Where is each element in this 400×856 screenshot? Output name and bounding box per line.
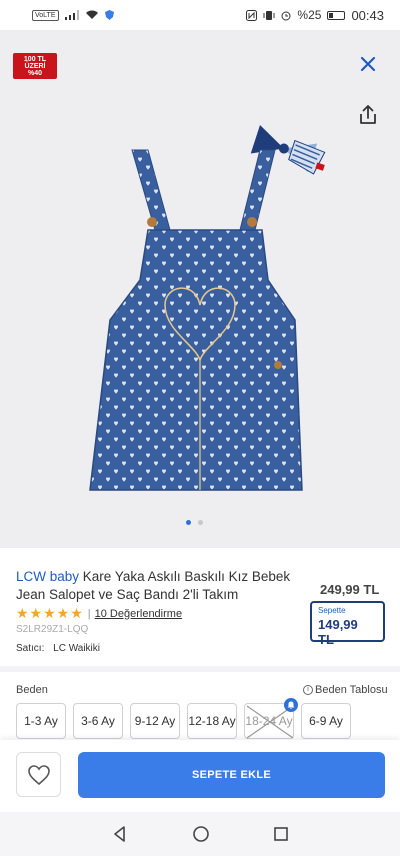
signal-icon <box>64 10 79 20</box>
cart-price-label: Sepette <box>318 606 346 615</box>
cart-price: 149,99 TL <box>318 617 358 647</box>
rating-stars: ★★★★★ <box>16 605 84 621</box>
gallery-pagination[interactable] <box>186 520 203 525</box>
wifi-icon <box>85 10 98 19</box>
home-icon[interactable] <box>192 825 210 843</box>
info-icon: i <box>303 685 313 695</box>
size-option-label: 3-6 Ay <box>81 714 115 728</box>
brand-link[interactable]: LCW baby <box>16 569 79 584</box>
promo-line-3: %40 <box>27 70 42 77</box>
size-options: 1-3 Ay 3-6 Ay 9-12 Ay 12-18 Ay 18-24 Ay … <box>16 698 351 739</box>
share-icon[interactable] <box>356 103 380 127</box>
size-guide-label: Beden Tablosu <box>315 684 388 696</box>
size-option-12-18[interactable]: 12-18 Ay <box>187 703 237 739</box>
notify-bell-icon[interactable] <box>284 698 298 712</box>
alarm-icon <box>281 11 291 20</box>
bottom-action-bar: SEPETE EKLE <box>0 740 400 812</box>
heart-icon <box>27 764 50 785</box>
size-option-label: 1-3 Ay <box>24 714 58 728</box>
seller-name[interactable]: LC Waikiki <box>53 643 100 654</box>
product-price: 249,99 TL <box>320 582 380 597</box>
promo-line-2: ÜZERİ <box>24 63 46 70</box>
gallery-dot-1[interactable] <box>186 520 191 525</box>
size-option-6-9[interactable]: 6-9 Ay <box>301 703 351 739</box>
product-info: LCW baby Kare Yaka Askılı Baskılı Kız Be… <box>0 548 400 654</box>
product-title: LCW baby Kare Yaka Askılı Baskılı Kız Be… <box>16 568 296 604</box>
size-option-3-6[interactable]: 3-6 Ay <box>73 703 123 739</box>
status-left: VoLTE <box>32 9 114 21</box>
shield-icon <box>104 10 114 20</box>
system-nav-bar <box>0 812 400 856</box>
product-sku: S2LR29Z1-LQQ <box>16 624 89 635</box>
gallery-dot-2[interactable] <box>198 520 203 525</box>
battery-percent: %25 <box>297 8 322 22</box>
add-to-cart-button[interactable]: SEPETE EKLE <box>78 752 385 798</box>
size-option-9-12[interactable]: 9-12 Ay <box>130 703 180 739</box>
size-label: Beden <box>16 684 48 696</box>
seller-row: Satıcı: LC Waikiki <box>16 643 100 654</box>
size-guide-link[interactable]: i Beden Tablosu <box>303 684 388 696</box>
seller-label: Satıcı: <box>16 643 45 654</box>
volte-indicator: VoLTE <box>32 9 59 21</box>
section-divider <box>0 666 400 672</box>
rating-row[interactable]: ★★★★★ | 10 Değerlendirme <box>16 605 182 622</box>
size-option-18-24[interactable]: 18-24 Ay <box>244 698 298 739</box>
size-option-1-3[interactable]: 1-3 Ay <box>16 703 66 739</box>
status-right: %25 00:43 <box>246 8 384 23</box>
back-icon[interactable] <box>111 825 129 843</box>
reviews-link[interactable]: 10 Değerlendirme <box>95 608 182 620</box>
favorite-button[interactable] <box>16 752 61 797</box>
size-option-label: 6-9 Ay <box>309 714 343 728</box>
promo-badge: 100 TL ÜZERİ %40 <box>13 53 57 79</box>
product-image <box>89 125 326 491</box>
battery-icon <box>327 10 346 20</box>
nfc-icon <box>246 9 258 21</box>
product-gallery[interactable]: 100 TL ÜZERİ %40 <box>0 30 400 548</box>
status-bar: VoLTE %25 00:43 <box>0 0 400 30</box>
size-option-label: 9-12 Ay <box>134 714 176 728</box>
recents-icon[interactable] <box>273 826 289 842</box>
promo-line-1: 100 TL <box>23 56 47 63</box>
size-option-label: 12-18 Ay <box>188 714 236 728</box>
close-icon[interactable] <box>356 52 380 76</box>
cart-price-box: Sepette 149,99 TL <box>310 601 385 647</box>
vibrate-icon <box>263 10 275 20</box>
rating-separator: | <box>87 607 91 620</box>
clock: 00:43 <box>351 7 384 23</box>
